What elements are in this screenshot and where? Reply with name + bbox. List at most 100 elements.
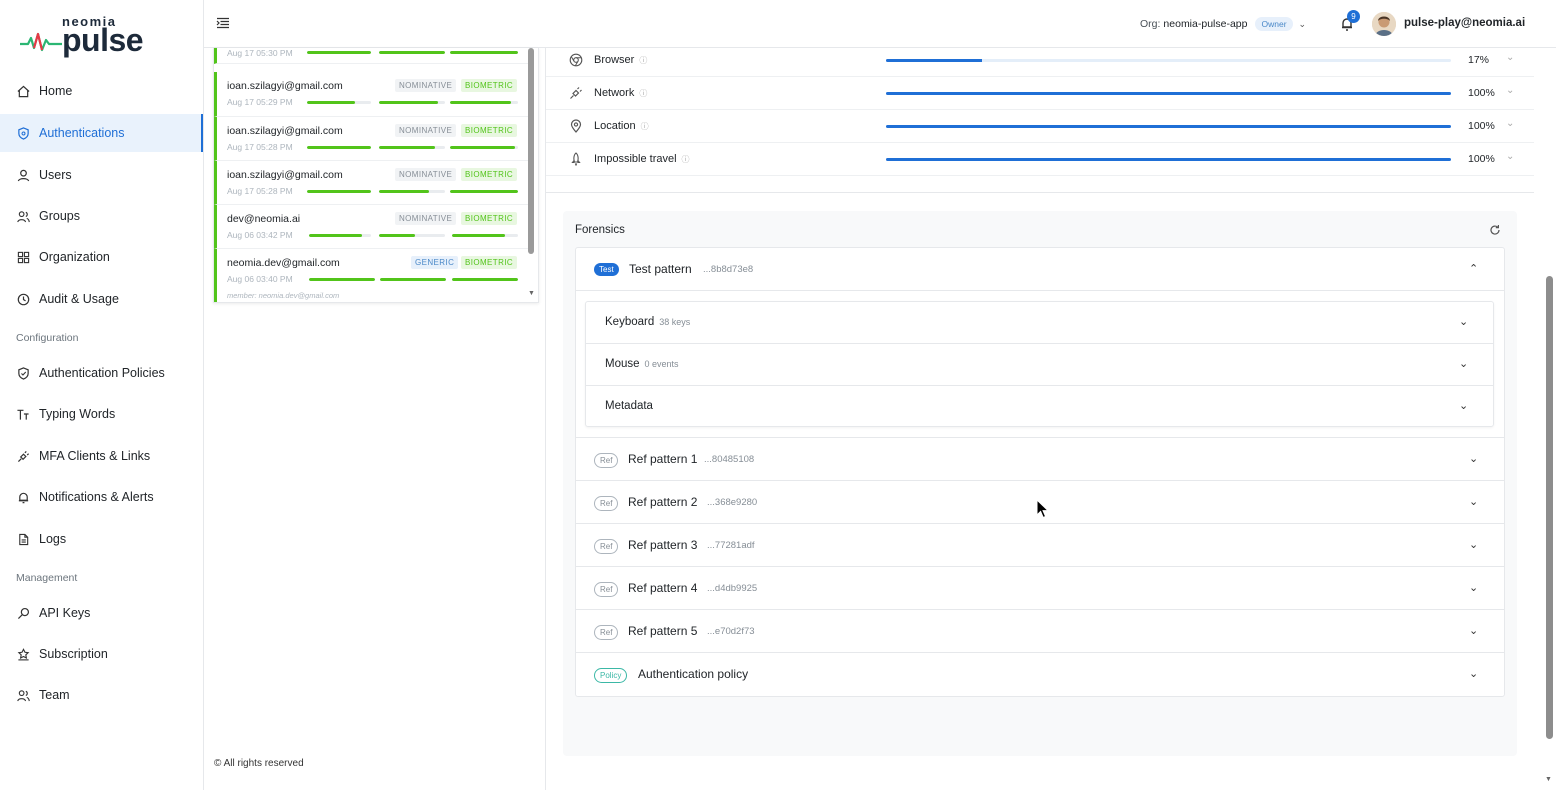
neomia-pulse-logo[interactable]: neomia pulse — [20, 12, 150, 60]
chevron-down-icon[interactable]: ⌄ — [1459, 315, 1468, 328]
info-icon[interactable]: ⓘ — [641, 122, 649, 131]
sidebar-item-label: Home — [39, 84, 73, 98]
signal-name: Location ⓘ — [594, 120, 649, 132]
shield-icon — [16, 366, 30, 380]
accordion-header-ref-pattern-1[interactable]: Ref Ref pattern 1 ...80485108 ⌄ — [576, 438, 1504, 482]
signal-percent: 100% — [1468, 87, 1495, 99]
pulse-wave-icon — [20, 32, 62, 52]
chevron-down-icon[interactable]: ⌄ — [1459, 357, 1468, 370]
section-meta: 0 events — [644, 359, 679, 369]
sidebar-item-logs[interactable]: Logs — [0, 520, 203, 558]
chevron-down-icon[interactable]: ⌄ — [1469, 581, 1478, 594]
sidebar-item-typing-words[interactable]: Typing Words — [0, 395, 203, 433]
info-icon[interactable]: ⓘ — [639, 89, 647, 98]
policy-title: Authentication policy — [638, 667, 749, 682]
sidebar-item-api-keys[interactable]: API Keys — [0, 594, 203, 632]
list-item[interactable]: dev@neomia.ai NOMINATIVE BIOMETRIC Aug 0… — [214, 205, 530, 249]
sidebar-item-users[interactable]: Users — [0, 156, 203, 194]
sidebar-item-home[interactable]: Home — [0, 72, 203, 110]
scroll-down-arrow-icon[interactable]: ▼ — [1545, 776, 1552, 783]
avatar[interactable] — [1372, 12, 1396, 36]
section-keyboard[interactable]: Keyboard 38 keys ⌄ — [586, 302, 1493, 344]
sidebar-item-organization[interactable]: Organization — [0, 238, 203, 276]
auth-date: Aug 17 05:30 PM — [227, 48, 293, 58]
list-item[interactable]: Aug 17 05:30 PM — [214, 48, 530, 64]
chevron-up-icon[interactable]: ⌃ — [1469, 262, 1478, 275]
score-bar — [307, 190, 371, 193]
signal-progress-bar — [886, 59, 1451, 62]
sidebar-item-label: Subscription — [39, 647, 108, 661]
users-icon — [16, 209, 30, 223]
list-item[interactable]: neomia.dev@gmail.com GENERIC BIOMETRIC A… — [214, 249, 530, 302]
signal-name: Network ⓘ — [594, 87, 648, 99]
ref-badge: Ref — [594, 539, 619, 555]
chevron-down-icon[interactable]: ⌄ — [1469, 495, 1478, 508]
score-bar — [379, 101, 445, 104]
sidebar-item-label: Authentications — [39, 126, 125, 140]
signal-row-browser[interactable]: Browser ⓘ 17% ⌄ — [546, 44, 1534, 77]
chevron-down-icon[interactable]: ⌄ — [1469, 667, 1478, 680]
sidebar-item-label: Notifications & Alerts — [39, 490, 154, 504]
sidebar-item-notifications-alerts[interactable]: Notifications & Alerts — [0, 478, 203, 516]
divider — [546, 192, 1534, 193]
chevron-down-icon[interactable]: ⌄ — [1469, 624, 1478, 637]
accordion-header-ref-pattern-3[interactable]: Ref Ref pattern 3 ...77281adf ⌄ — [576, 524, 1504, 568]
info-icon[interactable]: ⓘ — [682, 155, 690, 164]
chevron-down-icon[interactable]: ⌄ — [1506, 85, 1514, 96]
accordion-header-ref-pattern-4[interactable]: Ref Ref pattern 4 ...d4db9925 ⌄ — [576, 567, 1504, 611]
signal-row-impossible-travel[interactable]: Impossible travel ⓘ 100% ⌄ — [546, 143, 1534, 176]
sidebar-item-groups[interactable]: Groups — [0, 197, 203, 235]
signal-row-location[interactable]: Location ⓘ 100% ⌄ — [546, 110, 1534, 143]
list-item[interactable]: ioan.szilagyi@gmail.com NOMINATIVE BIOME… — [214, 161, 530, 205]
user-email[interactable]: pulse-play@neomia.ai — [1404, 17, 1525, 29]
org-selector[interactable]: Org: neomia-pulse-app Owner ⌄ — [1140, 17, 1306, 31]
accordion-header-authentication-policy[interactable]: Policy Authentication policy ⌄ — [576, 653, 1504, 696]
chevron-down-icon[interactable]: ⌄ — [1459, 399, 1468, 412]
accordion-header-test-pattern[interactable]: Test Test pattern ...8b8d73e8 ⌃ — [576, 248, 1504, 291]
sidebar-item-label: API Keys — [39, 606, 91, 620]
team-icon — [16, 688, 30, 702]
page-scrollbar-thumb[interactable] — [1546, 276, 1553, 739]
chevron-down-icon[interactable]: ⌄ — [1506, 52, 1514, 63]
test-pattern-body: Keyboard 38 keys ⌄ Mouse 0 events ⌄ Metada… — [576, 301, 1504, 439]
sidebar-item-authentications[interactable]: Authentications — [0, 114, 203, 152]
method-tag: BIOMETRIC — [461, 168, 518, 181]
sidebar-item-label: Groups — [39, 209, 80, 223]
clock-icon — [16, 292, 30, 306]
score-bar — [452, 278, 518, 281]
menu-toggle-icon[interactable] — [216, 16, 230, 30]
sidebar-item-audit-usage[interactable]: Audit & Usage — [0, 280, 203, 318]
sidebar-item-label: Audit & Usage — [39, 292, 119, 306]
section-mouse[interactable]: Mouse 0 events ⌄ — [586, 344, 1493, 386]
sidebar-item-label: Authentication Policies — [39, 366, 165, 380]
section-metadata[interactable]: Metadata ⌄ — [586, 386, 1493, 426]
sidebar-item-authentication-policies[interactable]: Authentication Policies — [0, 354, 203, 392]
signal-progress-bar — [886, 158, 1451, 161]
signal-row-network[interactable]: Network ⓘ 100% ⌄ — [546, 77, 1534, 110]
sidebar-item-subscription[interactable]: Subscription — [0, 635, 203, 673]
auth-date: Aug 17 05:28 PM — [227, 186, 293, 196]
scroll-down-arrow-icon[interactable]: ▼ — [528, 290, 535, 297]
accordion-header-ref-pattern-5[interactable]: Ref Ref pattern 5 ...e70d2f73 ⌄ — [576, 610, 1504, 654]
mouse-cursor-icon — [1036, 499, 1050, 519]
list-item[interactable]: ioan.szilagyi@gmail.com NOMINATIVE BIOME… — [214, 117, 530, 161]
chevron-down-icon[interactable]: ⌄ — [1469, 452, 1478, 465]
chevron-down-icon[interactable]: ⌄ — [1506, 151, 1514, 162]
method-tag: BIOMETRIC — [461, 124, 518, 137]
role-badge: Owner — [1255, 17, 1293, 31]
sidebar-item-team[interactable]: Team — [0, 676, 203, 714]
sidebar-item-mfa-clients-links[interactable]: MFA Clients & Links — [0, 437, 203, 475]
auth-date: Aug 06 03:40 PM — [227, 274, 293, 284]
list-scrollbar[interactable] — [528, 48, 534, 254]
chevron-down-icon[interactable]: ⌄ — [1506, 118, 1514, 129]
score-bar — [379, 146, 445, 149]
info-icon[interactable]: ⓘ — [639, 56, 647, 65]
score-bar — [309, 234, 371, 237]
signal-name: Browser ⓘ — [594, 54, 648, 66]
auth-email: ioan.szilagyi@gmail.com — [227, 169, 343, 181]
list-item[interactable]: ioan.szilagyi@gmail.com NOMINATIVE BIOME… — [214, 72, 530, 117]
auth-date: Aug 17 05:28 PM — [227, 142, 293, 152]
refresh-icon[interactable] — [1489, 224, 1501, 236]
chevron-down-icon[interactable]: ⌄ — [1469, 538, 1478, 551]
sidebar-item-label: Users — [39, 168, 72, 182]
